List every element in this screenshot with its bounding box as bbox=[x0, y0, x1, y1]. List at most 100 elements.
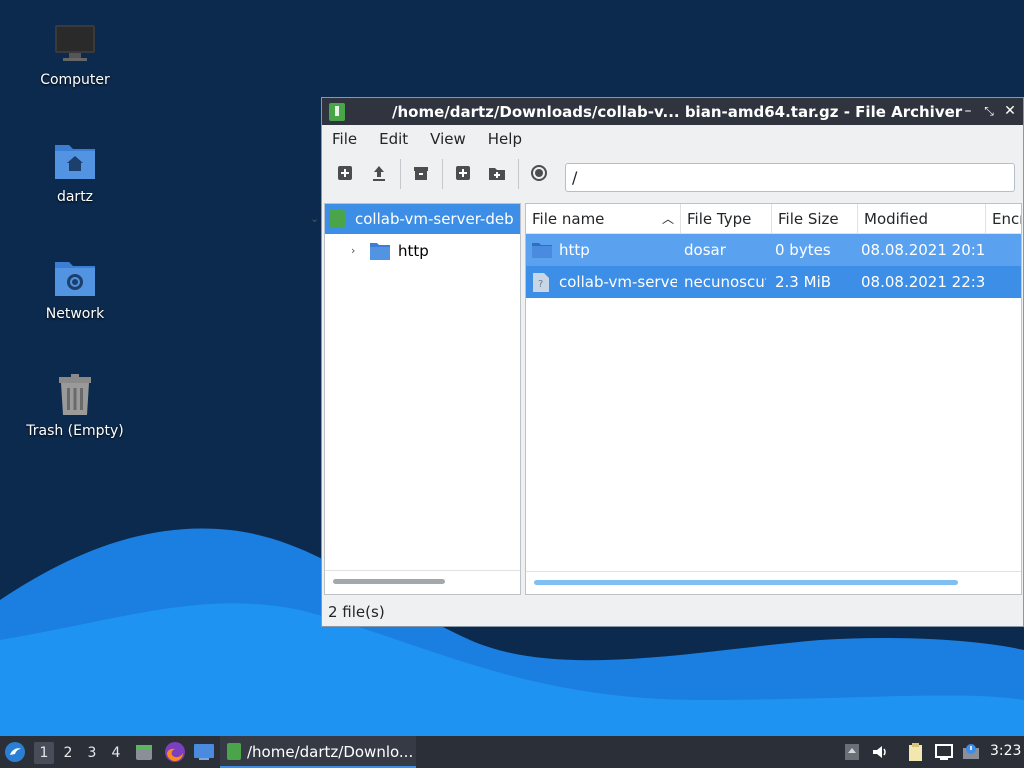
desktop-icon-label: dartz bbox=[56, 189, 94, 205]
window-title: /home/dartz/Downloads/collab-v... bian-a… bbox=[392, 103, 963, 121]
sort-ascending-icon: ︿ bbox=[661, 212, 674, 226]
clock[interactable]: 3:23 bbox=[990, 743, 1021, 759]
desktop-icon-label: Network bbox=[45, 306, 105, 322]
network-folder-icon bbox=[53, 256, 97, 300]
add-folder-button[interactable] bbox=[487, 163, 507, 183]
show-desktop-launcher[interactable] bbox=[193, 743, 215, 761]
column-header-label: File Size bbox=[778, 210, 839, 228]
tray-volume[interactable] bbox=[870, 742, 890, 762]
desktop-icon-trash[interactable]: Trash (Empty) bbox=[20, 373, 130, 439]
tree-item-http[interactable]: › http bbox=[325, 236, 520, 266]
maximize-button[interactable]: ⤡ bbox=[981, 102, 997, 120]
archive-app-icon bbox=[329, 103, 345, 121]
folder-icon bbox=[370, 242, 390, 264]
trash-icon bbox=[53, 373, 97, 417]
column-header-label: File name bbox=[532, 210, 605, 228]
desktop-icon-home[interactable]: dartz bbox=[20, 139, 130, 205]
add-files-button[interactable] bbox=[453, 163, 473, 183]
chevron-right-icon[interactable]: › bbox=[351, 244, 363, 257]
status-bar: 2 file(s) bbox=[328, 603, 385, 621]
file-modified-cell: 08.08.2021 20:14 bbox=[861, 241, 986, 259]
menu-edit[interactable]: Edit bbox=[379, 130, 408, 148]
tray-eject[interactable] bbox=[842, 742, 862, 762]
workspace-3[interactable]: 3 bbox=[82, 742, 102, 764]
column-header-file-name[interactable]: File name ︿ bbox=[526, 204, 681, 234]
record-icon bbox=[531, 165, 547, 181]
firefox-icon bbox=[165, 742, 185, 762]
menu-file[interactable]: File bbox=[332, 130, 357, 148]
toolbar-separator bbox=[442, 159, 443, 189]
minimize-button[interactable]: – bbox=[960, 102, 976, 120]
desktop-icon-label: Computer bbox=[40, 72, 110, 88]
firefox-launcher[interactable] bbox=[164, 741, 186, 763]
taskbar-window-label: /home/dartz/Downlo... bbox=[247, 743, 414, 761]
column-header-encrypted[interactable]: Encr bbox=[986, 204, 1021, 234]
file-manager-icon bbox=[136, 745, 152, 760]
column-header-file-type[interactable]: File Type bbox=[681, 204, 772, 234]
extract-icon bbox=[373, 166, 385, 181]
svg-text:?: ? bbox=[538, 279, 543, 290]
toolbar-separator bbox=[518, 159, 519, 189]
file-modified-cell: 08.08.2021 22:34 bbox=[861, 273, 986, 291]
new-archive-icon bbox=[338, 166, 352, 180]
workspace-2[interactable]: 2 bbox=[58, 742, 78, 764]
desktop-icon-label: Trash (Empty) bbox=[26, 423, 124, 439]
eject-icon bbox=[845, 744, 859, 760]
network-wired-icon bbox=[935, 744, 953, 760]
workspace-1[interactable]: 1 bbox=[34, 742, 54, 764]
clipboard-icon bbox=[909, 743, 922, 761]
tray-clipboard[interactable] bbox=[906, 742, 926, 762]
list-header: File name ︿ File Type File Size Modified… bbox=[526, 204, 1021, 234]
tray-network[interactable] bbox=[934, 742, 954, 762]
menu-help[interactable]: Help bbox=[488, 130, 522, 148]
file-size-cell: 2.3 MiB bbox=[775, 273, 832, 291]
tree-root-label: collab-vm-server-deb bbox=[355, 210, 514, 228]
file-manager-launcher[interactable] bbox=[134, 742, 154, 762]
tray-updates[interactable] bbox=[961, 742, 981, 762]
unknown-file-icon: ? bbox=[533, 273, 549, 296]
location-input[interactable]: / bbox=[565, 163, 1015, 192]
table-row[interactable]: http dosar 0 bytes 08.08.2021 20:14 bbox=[526, 234, 1021, 266]
toolbar-separator bbox=[400, 159, 401, 189]
distro-logo-icon bbox=[5, 742, 25, 762]
archive-icon bbox=[414, 167, 428, 180]
workspace-4[interactable]: 4 bbox=[106, 742, 126, 764]
archive-button[interactable] bbox=[411, 163, 431, 183]
add-folder-icon bbox=[489, 168, 505, 180]
window-titlebar[interactable]: /home/dartz/Downloads/collab-v... bian-a… bbox=[322, 98, 1023, 125]
menu-view[interactable]: View bbox=[430, 130, 466, 148]
volume-icon bbox=[873, 746, 886, 758]
tree-item-root[interactable]: ⌄ collab-vm-server-deb bbox=[310, 204, 520, 234]
stop-button[interactable] bbox=[529, 163, 549, 183]
new-archive-button[interactable] bbox=[335, 163, 355, 183]
column-header-label: File Type bbox=[687, 210, 752, 228]
file-name-cell: http bbox=[559, 241, 590, 259]
taskbar-window-button[interactable]: /home/dartz/Downlo... bbox=[220, 736, 416, 768]
menubar: File Edit View Help bbox=[322, 125, 1023, 153]
close-button[interactable]: ✕ bbox=[1002, 102, 1018, 120]
column-header-file-size[interactable]: File Size bbox=[772, 204, 858, 234]
file-type-cell: necunoscut bbox=[684, 273, 766, 291]
tree-item-label: http bbox=[398, 242, 429, 260]
taskbar: 1 2 3 4 /home/dartz/Downlo... 3:23 bbox=[0, 736, 1024, 768]
column-header-label: Encr bbox=[992, 210, 1021, 228]
file-type-cell: dosar bbox=[684, 241, 726, 259]
desktop-icon-computer[interactable]: Computer bbox=[20, 22, 130, 88]
tree-horizontal-scrollbar[interactable] bbox=[333, 579, 445, 584]
column-header-label: Modified bbox=[864, 210, 929, 228]
update-notification-icon bbox=[963, 744, 979, 759]
file-size-cell: 0 bytes bbox=[775, 241, 831, 259]
monitor-icon bbox=[53, 22, 97, 66]
add-files-icon bbox=[456, 166, 470, 180]
desktop-icon bbox=[194, 744, 214, 760]
desktop-icon-network[interactable]: Network bbox=[20, 256, 130, 322]
extract-button[interactable] bbox=[369, 163, 389, 183]
table-row[interactable]: ? collab-vm-server necunoscut 2.3 MiB 08… bbox=[526, 266, 1021, 298]
start-menu-button[interactable] bbox=[4, 741, 26, 763]
file-archiver-window: /home/dartz/Downloads/collab-v... bian-a… bbox=[310, 97, 1024, 627]
chevron-down-icon[interactable]: ⌄ bbox=[310, 212, 322, 225]
file-list: File name ︿ File Type File Size Modified… bbox=[525, 203, 1022, 595]
archive-file-icon bbox=[329, 210, 345, 228]
list-horizontal-scrollbar[interactable] bbox=[534, 580, 958, 585]
column-header-modified[interactable]: Modified bbox=[858, 204, 986, 234]
